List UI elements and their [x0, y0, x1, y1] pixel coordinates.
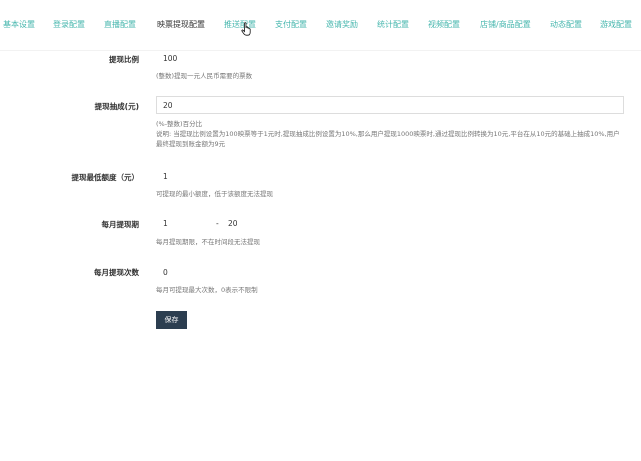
tab-basic-settings[interactable]: 基本设置: [3, 19, 35, 30]
withdrawal-commission-help-note: 说明: 当提现比例设置为100映票等于1元时,提现抽成比例设置为10%,那么用户…: [156, 130, 620, 148]
hand-pointer-icon: [241, 22, 251, 36]
tab-payment-config[interactable]: 支付配置: [275, 19, 307, 30]
withdrawal-commission-label: 提现抽成(元): [94, 102, 139, 111]
tab-shop-product-config[interactable]: 店铺/商品配置: [480, 19, 531, 30]
monthly-period-separator: -: [216, 219, 219, 228]
min-withdrawal-amount-help: 可提现的最小额度，低于该额度无法提现: [156, 190, 273, 198]
withdrawal-commission-help-unit: (%-整数)百分比: [156, 120, 203, 128]
withdrawal-ratio-value[interactable]: 100: [163, 54, 177, 63]
tab-game-config[interactable]: 游戏配置: [600, 19, 632, 30]
withdrawal-commission-input[interactable]: [156, 96, 624, 114]
monthly-period-end-value[interactable]: 20: [228, 219, 238, 228]
tab-invite-rewards[interactable]: 邀请奖励: [326, 19, 358, 30]
settings-tab-bar: 基本设置 登录配置 直播配置 映票提现配置 推送配置 支付配置 邀请奖励 统计配…: [0, 0, 641, 51]
min-withdrawal-amount-value[interactable]: 1: [163, 172, 168, 181]
monthly-withdrawal-count-label: 每月提现次数: [94, 268, 139, 277]
tab-statistics-config[interactable]: 统计配置: [377, 19, 409, 30]
withdrawal-ratio-help: (整数)提现一元人民币需要的票数: [156, 72, 253, 80]
tab-login-config[interactable]: 登录配置: [53, 19, 85, 30]
withdrawal-ratio-label: 提现比例: [109, 55, 139, 64]
save-button[interactable]: 保存: [156, 311, 187, 329]
tab-live-config[interactable]: 直播配置: [104, 19, 136, 30]
monthly-withdrawal-count-value[interactable]: 0: [163, 268, 168, 277]
min-withdrawal-amount-label: 提现最低额度（元）: [71, 173, 140, 182]
tab-withdrawal-config[interactable]: 映票提现配置: [157, 19, 205, 30]
monthly-withdrawal-count-help: 每月可提现最大次数，0表示不限制: [156, 286, 258, 294]
monthly-period-start-value[interactable]: 1: [163, 219, 168, 228]
tab-dynamic-config[interactable]: 动态配置: [550, 19, 582, 30]
monthly-withdrawal-period-help: 每月提现期限，不在时间段无法提现: [156, 238, 260, 246]
monthly-withdrawal-period-label: 每月提现期: [101, 220, 140, 229]
tab-video-config[interactable]: 视频配置: [428, 19, 460, 30]
